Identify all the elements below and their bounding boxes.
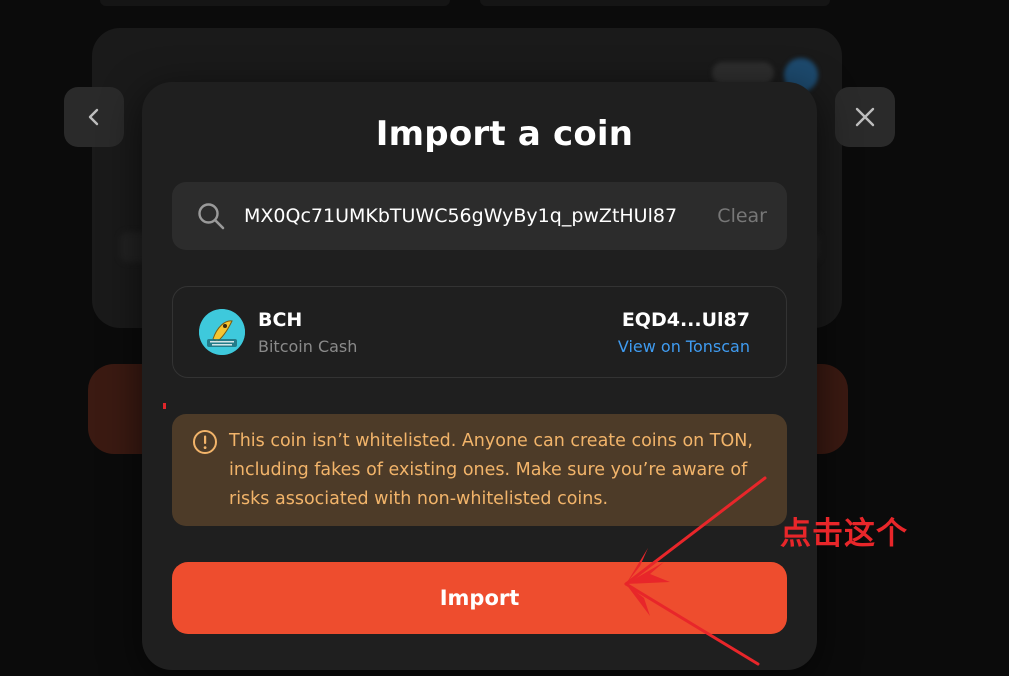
- clear-button[interactable]: Clear: [717, 205, 767, 227]
- background-pill: [712, 62, 774, 84]
- screen: Import a coin MX0Qc71UMKbTUWC56gWyBy1q_p…: [0, 0, 1009, 676]
- warning-banner: This coin isn’t whitelisted. Anyone can …: [172, 414, 787, 526]
- coin-result-card: BCH Bitcoin Cash EQD4...Ul87 View on Ton…: [172, 286, 787, 378]
- background-bar: [100, 0, 450, 6]
- alert-circle-icon: [193, 430, 217, 454]
- search-field[interactable]: MX0Qc71UMKbTUWC56gWyBy1q_pwZtHUl87 Clear: [172, 182, 787, 250]
- view-on-tonscan-link[interactable]: View on Tonscan: [618, 337, 750, 356]
- annotation-mark: [163, 403, 166, 409]
- annotation-label: 点击这个: [780, 516, 908, 552]
- coin-address: EQD4...Ul87: [621, 309, 750, 331]
- search-icon: [198, 203, 225, 230]
- coin-symbol: BCH: [258, 309, 303, 331]
- background-bar: [480, 0, 830, 6]
- modal-title: Import a coin: [375, 114, 634, 154]
- coin-name: Bitcoin Cash: [258, 337, 358, 356]
- warning-text: This coin isn’t whitelisted. Anyone can …: [229, 431, 753, 509]
- banana-tool-logo-icon: [199, 309, 245, 355]
- background-card-title: [120, 60, 128, 88]
- import-button[interactable]: Import: [172, 562, 787, 634]
- search-input[interactable]: MX0Qc71UMKbTUWC56gWyBy1q_pwZtHUl87: [244, 205, 701, 227]
